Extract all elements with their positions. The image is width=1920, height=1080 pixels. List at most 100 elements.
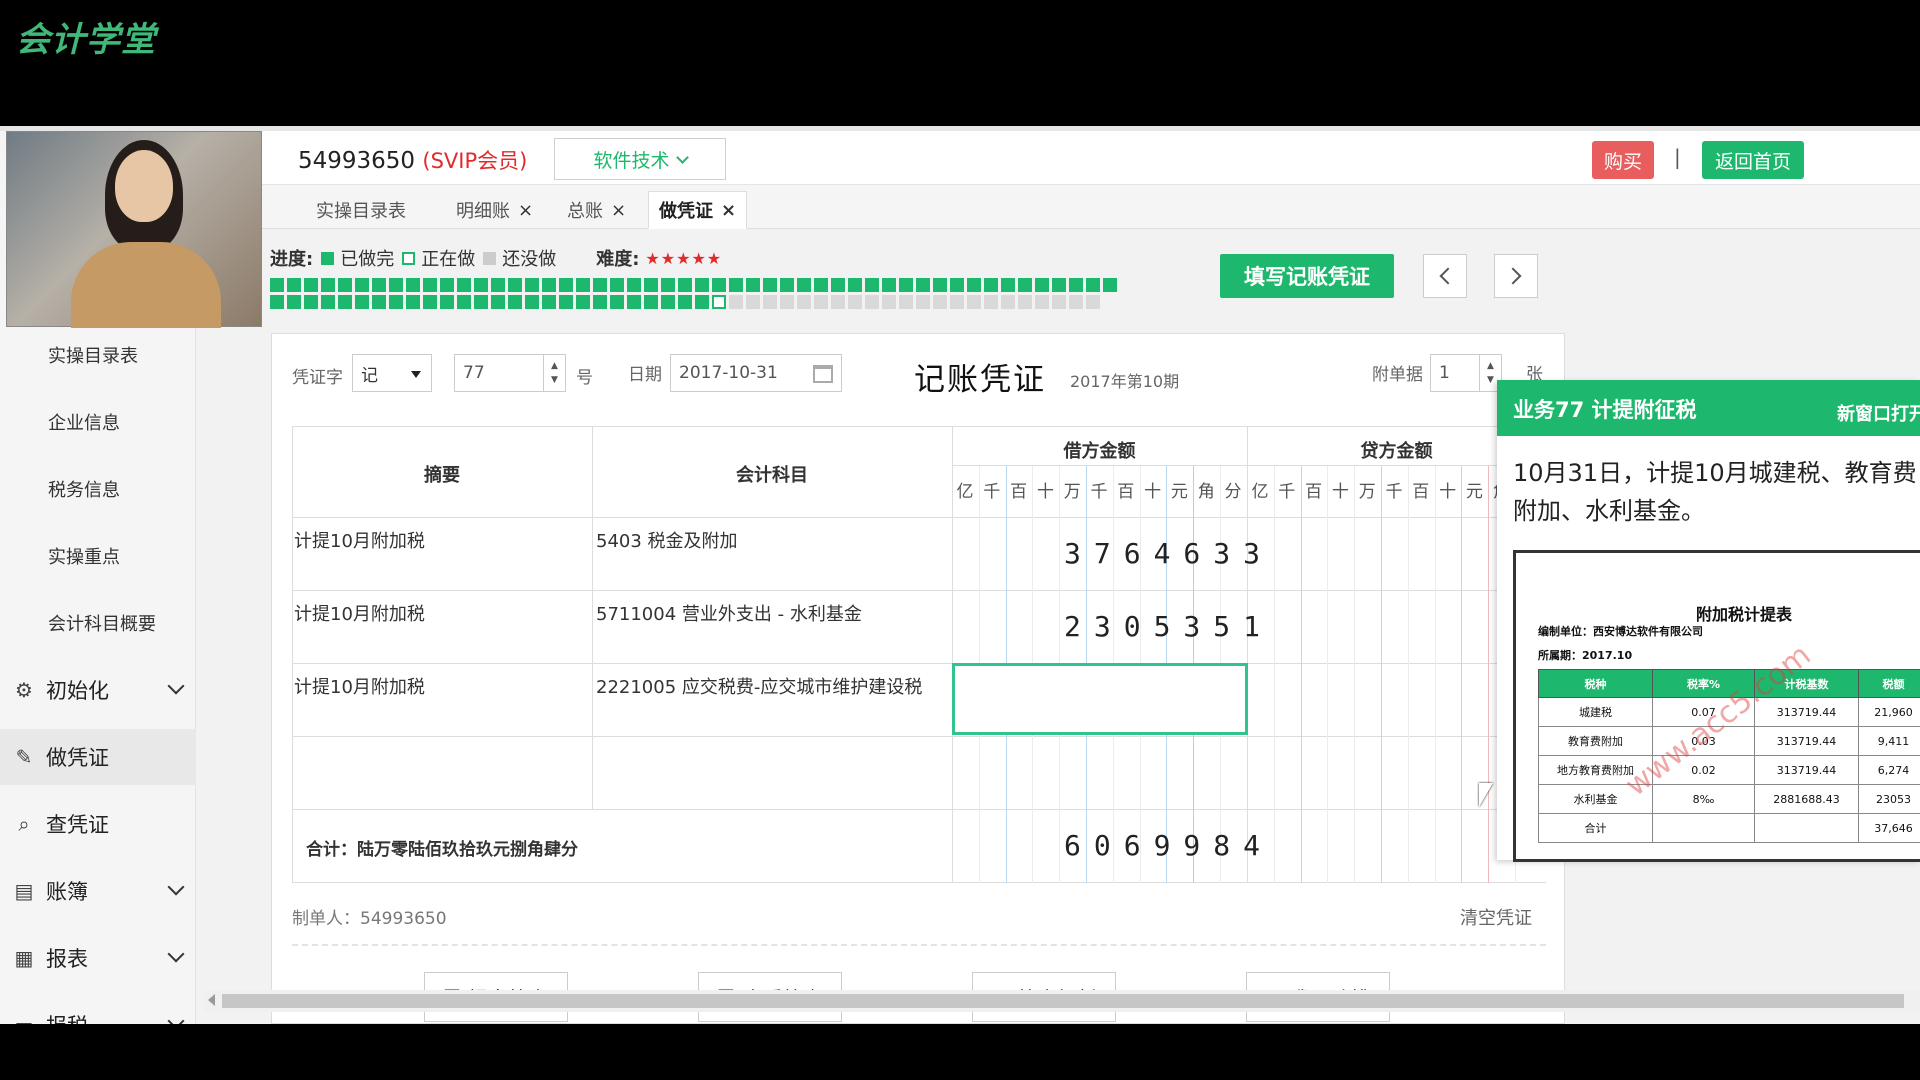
calendar-icon[interactable] xyxy=(813,365,833,383)
sidebar-item-report[interactable]: ▦ 报表 xyxy=(0,930,196,986)
progress-cell-current[interactable] xyxy=(712,295,726,309)
progress-cell[interactable] xyxy=(678,278,692,292)
progress-cell[interactable] xyxy=(270,295,284,309)
clear-voucher-button[interactable]: 清空凭证 xyxy=(1460,904,1532,930)
progress-cell[interactable] xyxy=(865,295,879,309)
close-icon[interactable]: × xyxy=(518,200,533,221)
tab-catalog[interactable]: 实操目录表 xyxy=(306,191,416,229)
progress-cell[interactable] xyxy=(355,295,369,309)
progress-cell[interactable] xyxy=(304,295,318,309)
progress-cell[interactable] xyxy=(1018,278,1032,292)
attachment-input[interactable]: 1 ▲ ▼ xyxy=(1430,354,1502,392)
progress-cell[interactable] xyxy=(406,278,420,292)
progress-cell[interactable] xyxy=(474,278,488,292)
progress-cell[interactable] xyxy=(508,278,522,292)
software-menu-button[interactable]: 软件技术 xyxy=(554,138,726,180)
progress-cell[interactable] xyxy=(491,278,505,292)
progress-cell[interactable] xyxy=(372,278,386,292)
progress-cell[interactable] xyxy=(865,278,879,292)
tax-table-image[interactable]: 附加税计提表 编制单位：西安博达软件有限公司 所属期：2017.10 税种 税率… xyxy=(1513,550,1920,862)
progress-cell[interactable] xyxy=(627,295,641,309)
progress-cell[interactable] xyxy=(338,278,352,292)
tab-general-ledger[interactable]: 总账 × xyxy=(557,191,636,229)
progress-cell[interactable] xyxy=(457,295,471,309)
progress-cell[interactable] xyxy=(967,278,981,292)
progress-cell[interactable] xyxy=(321,278,335,292)
progress-cell[interactable] xyxy=(780,278,794,292)
progress-cell[interactable] xyxy=(372,295,386,309)
progress-cell[interactable] xyxy=(1035,278,1049,292)
spin-down-icon[interactable]: ▼ xyxy=(1487,375,1494,385)
prev-button[interactable] xyxy=(1423,254,1467,298)
progress-cell[interactable] xyxy=(576,278,590,292)
progress-cell[interactable] xyxy=(304,278,318,292)
sidebar-item-make-voucher[interactable]: ✎ 做凭证 xyxy=(0,729,196,785)
progress-cell[interactable] xyxy=(1069,295,1083,309)
progress-cell[interactable] xyxy=(287,295,301,309)
progress-cell[interactable] xyxy=(797,278,811,292)
sidebar-item-init[interactable]: ⚙ 初始化 xyxy=(0,662,196,718)
row3-debit-input[interactable] xyxy=(952,663,1248,735)
progress-cell[interactable] xyxy=(1052,295,1066,309)
progress-cell[interactable] xyxy=(797,295,811,309)
progress-cell[interactable] xyxy=(457,278,471,292)
progress-cell[interactable] xyxy=(882,278,896,292)
sidebar-item-catalog[interactable]: 实操目录表 xyxy=(0,327,196,383)
scroll-left-icon[interactable] xyxy=(208,994,215,1006)
progress-cell[interactable] xyxy=(899,295,913,309)
progress-cell[interactable] xyxy=(848,295,862,309)
progress-cell[interactable] xyxy=(933,278,947,292)
progress-cell[interactable] xyxy=(389,278,403,292)
progress-cell[interactable] xyxy=(746,295,760,309)
progress-cell[interactable] xyxy=(338,295,352,309)
voucher-word-select[interactable]: 记 xyxy=(352,354,432,392)
progress-cell[interactable] xyxy=(1001,278,1015,292)
progress-cell[interactable] xyxy=(1018,295,1032,309)
progress-cell[interactable] xyxy=(423,278,437,292)
row2-summary[interactable]: 计提10月附加税 xyxy=(294,600,425,626)
close-icon[interactable]: × xyxy=(611,200,626,221)
progress-cell[interactable] xyxy=(763,295,777,309)
progress-cell[interactable] xyxy=(440,278,454,292)
row3-summary[interactable]: 计提10月附加税 xyxy=(294,673,425,699)
progress-cell[interactable] xyxy=(355,278,369,292)
row2-debit[interactable]: 2305351 xyxy=(1064,610,1273,643)
progress-cell[interactable] xyxy=(1086,278,1100,292)
next-button[interactable] xyxy=(1494,254,1538,298)
progress-cell[interactable] xyxy=(729,278,743,292)
progress-cell[interactable] xyxy=(474,295,488,309)
progress-cell[interactable] xyxy=(729,295,743,309)
close-icon[interactable]: × xyxy=(721,200,736,221)
sidebar-item-tax-info[interactable]: 税务信息 xyxy=(0,461,196,517)
progress-cell[interactable] xyxy=(916,295,930,309)
progress-cell[interactable] xyxy=(423,295,437,309)
progress-cell[interactable] xyxy=(525,295,539,309)
row1-account[interactable]: 5403 税金及附加 xyxy=(596,527,738,553)
progress-cell[interactable] xyxy=(780,295,794,309)
progress-cell[interactable] xyxy=(542,278,556,292)
progress-cell[interactable] xyxy=(610,295,624,309)
progress-cell[interactable] xyxy=(695,278,709,292)
scrollbar-thumb[interactable] xyxy=(222,994,1904,1008)
progress-cell[interactable] xyxy=(661,295,675,309)
progress-cell[interactable] xyxy=(746,278,760,292)
progress-cell[interactable] xyxy=(1069,278,1083,292)
tab-make-voucher[interactable]: 做凭证 × xyxy=(648,191,748,229)
progress-cell[interactable] xyxy=(695,295,709,309)
progress-cell[interactable] xyxy=(406,295,420,309)
progress-cell[interactable] xyxy=(712,278,726,292)
voucher-number-input[interactable]: 77 ▲ ▼ xyxy=(454,354,566,392)
sidebar-item-account-overview[interactable]: 会计科目概要 xyxy=(0,595,196,651)
progress-cell[interactable] xyxy=(1035,295,1049,309)
progress-cell[interactable] xyxy=(644,278,658,292)
open-new-window-link[interactable]: 新窗口打开 xyxy=(1837,400,1920,426)
progress-cell[interactable] xyxy=(559,278,573,292)
progress-cell[interactable] xyxy=(899,278,913,292)
row1-debit[interactable]: 3764633 xyxy=(1064,537,1273,570)
progress-cell[interactable] xyxy=(1086,295,1100,309)
sidebar-item-tax-filing[interactable]: ▭ 报税 xyxy=(0,997,196,1024)
progress-cell[interactable] xyxy=(831,295,845,309)
progress-cell[interactable] xyxy=(389,295,403,309)
spin-down-icon[interactable]: ▼ xyxy=(551,375,558,385)
row3-account[interactable]: 2221005 应交税费-应交城市维护建设税 xyxy=(596,673,922,699)
